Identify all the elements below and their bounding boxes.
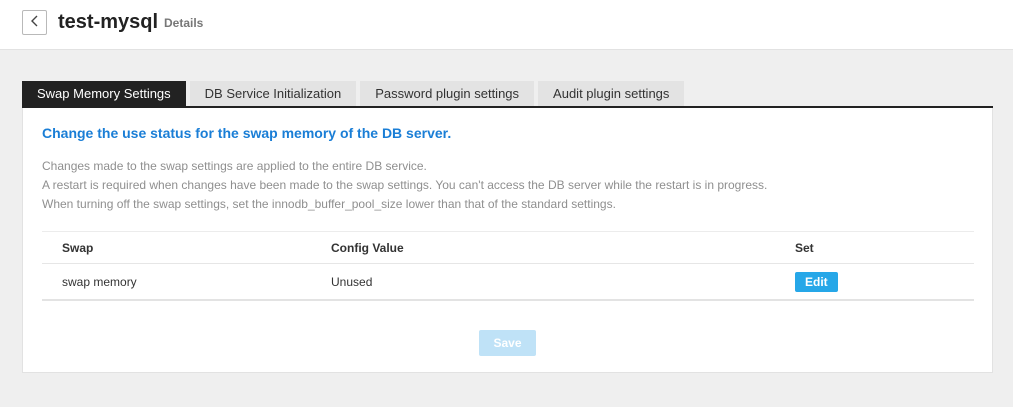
- tab-db-service-initialization[interactable]: DB Service Initialization: [189, 81, 357, 106]
- settings-tabs: Swap Memory Settings DB Service Initiali…: [22, 81, 993, 108]
- page-title: test-mysql: [58, 11, 159, 33]
- panel-heading: Change the use status for the swap memor…: [42, 125, 452, 141]
- swap-name-cell: swap memory: [62, 274, 137, 289]
- description-line: Changes made to the swap settings are ap…: [42, 159, 427, 173]
- page-subtitle: Details: [164, 16, 204, 30]
- table-header: Swap Config Value Set: [42, 232, 974, 264]
- set-cell: Edit: [795, 264, 838, 299]
- panel-description: Changes made to the swap settings are ap…: [42, 157, 972, 214]
- page-header: test-mysql Details: [0, 0, 1013, 50]
- edit-button[interactable]: Edit: [795, 271, 838, 292]
- tab-swap-memory-settings[interactable]: Swap Memory Settings: [22, 81, 186, 106]
- table-row: swap memory Unused Edit: [42, 264, 974, 301]
- chevron-left-icon: [30, 14, 40, 32]
- description-line: When turning off the swap settings, set …: [42, 197, 616, 211]
- save-button[interactable]: Save: [479, 330, 536, 356]
- tab-audit-plugin-settings[interactable]: Audit plugin settings: [538, 81, 685, 106]
- description-line: A restart is required when changes have …: [42, 178, 768, 192]
- back-button[interactable]: [22, 10, 47, 35]
- column-header-set: Set: [795, 240, 814, 255]
- column-header-config-value: Config Value: [331, 240, 404, 255]
- swap-settings-panel: Change the use status for the swap memor…: [22, 108, 993, 373]
- tab-password-plugin-settings[interactable]: Password plugin settings: [360, 81, 535, 106]
- config-value-cell: Unused: [331, 274, 373, 289]
- column-header-swap: Swap: [62, 240, 94, 255]
- swap-table: Swap Config Value Set swap memory Unused…: [42, 231, 974, 301]
